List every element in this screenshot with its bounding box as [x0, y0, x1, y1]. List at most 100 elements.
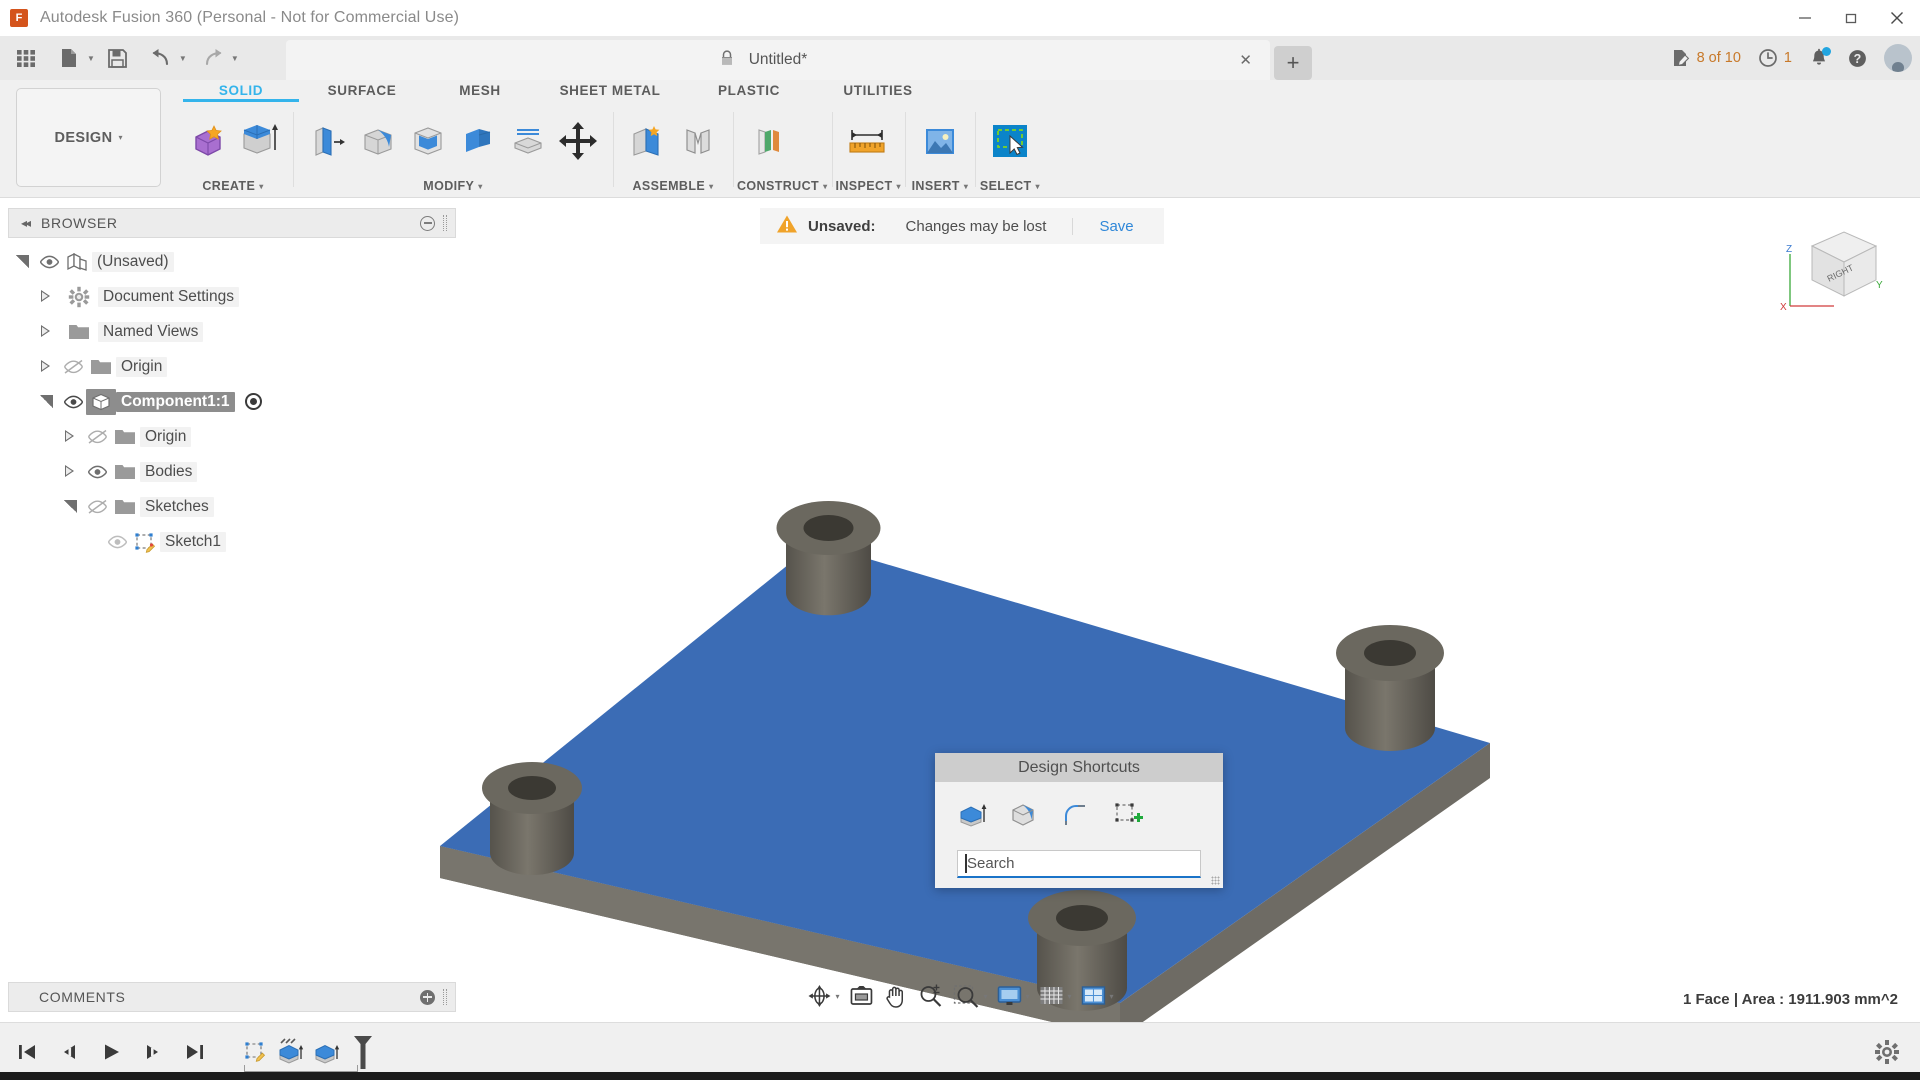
editable-documents-status[interactable]: 8 of 10	[1670, 47, 1741, 69]
extrude-icon[interactable]	[235, 118, 281, 164]
design-shortcuts-header[interactable]: Design Shortcuts	[935, 753, 1223, 782]
extrude-shortcut-icon[interactable]	[957, 800, 987, 834]
fillet-shortcut-icon[interactable]	[1009, 800, 1039, 834]
fillet-icon[interactable]	[355, 118, 401, 164]
tree-row-component1[interactable]: Component1:1	[8, 384, 456, 419]
zoom-icon[interactable]	[914, 979, 946, 1013]
ribbon-group-insert-label[interactable]: INSERT ▾	[909, 175, 971, 197]
tree-row-unsaved[interactable]: (Unsaved)	[8, 244, 456, 279]
app-grid-icon[interactable]	[9, 41, 43, 75]
activate-component-radio[interactable]	[244, 393, 262, 410]
display-settings-caret-icon[interactable]: ▾	[1025, 992, 1029, 1001]
tree-row-origin-root[interactable]: Origin	[8, 349, 456, 384]
tree-row-bodies[interactable]: Bodies	[8, 454, 456, 489]
undo-caret-icon[interactable]: ▼	[179, 54, 187, 63]
viewports-icon[interactable]: ▾	[1078, 979, 1117, 1013]
step-back-button[interactable]	[56, 1039, 82, 1065]
browser-resize-grip[interactable]	[443, 215, 447, 231]
offset-face-icon[interactable]	[505, 118, 551, 164]
viewports-caret-icon[interactable]: ▾	[1110, 992, 1114, 1001]
help-button[interactable]: ?	[1846, 47, 1868, 69]
expander-closed-icon[interactable]	[32, 325, 60, 338]
visibility-eye-icon[interactable]	[84, 465, 110, 479]
redo-icon[interactable]	[196, 41, 230, 75]
tree-row-origin-component[interactable]: Origin	[8, 419, 456, 454]
new-document-tab-button[interactable]: +	[1274, 46, 1312, 80]
ribbon-group-inspect-label[interactable]: INSPECT ▾	[836, 175, 901, 197]
visibility-eye-icon[interactable]	[36, 255, 62, 269]
zoom-window-icon[interactable]: ▾	[949, 979, 990, 1013]
insert-image-icon[interactable]	[917, 118, 963, 164]
notifications-button[interactable]	[1808, 47, 1831, 69]
design-shortcuts-search-field[interactable]: Search	[957, 850, 1201, 878]
visibility-hidden-icon[interactable]	[84, 499, 110, 515]
comments-panel[interactable]: COMMENTS	[8, 982, 456, 1012]
grid-snaps-icon[interactable]: ▾	[1036, 979, 1075, 1013]
tree-row-sketch1[interactable]: Sketch1	[8, 524, 456, 559]
step-forward-button[interactable]	[140, 1039, 166, 1065]
tab-plastic[interactable]: PLASTIC	[685, 80, 813, 98]
document-tab-close-icon[interactable]: ✕	[1239, 51, 1252, 69]
expander-closed-icon[interactable]	[56, 430, 84, 443]
draft-icon[interactable]	[455, 118, 501, 164]
timeline-marker[interactable]	[346, 1035, 380, 1069]
ribbon-group-assemble-label[interactable]: ASSEMBLE ▾	[617, 175, 729, 197]
ribbon-group-modify-label[interactable]: MODIFY ▾	[297, 175, 609, 197]
play-button[interactable]	[98, 1039, 124, 1065]
ribbon-group-create-label[interactable]: CREATE ▾	[177, 175, 289, 197]
tab-mesh[interactable]: MESH	[425, 80, 535, 98]
redo-caret-icon[interactable]: ▼	[231, 54, 239, 63]
expander-open-icon[interactable]	[8, 255, 36, 268]
comments-resize-grip[interactable]	[443, 989, 447, 1005]
joint-icon[interactable]	[675, 118, 721, 164]
create-sketch-shortcut-icon[interactable]	[1113, 800, 1143, 834]
move-copy-icon[interactable]	[555, 118, 601, 164]
zoom-window-caret-icon[interactable]: ▾	[983, 992, 987, 1001]
grid-snaps-caret-icon[interactable]: ▾	[1068, 992, 1072, 1001]
workspace-switcher[interactable]: DESIGN ▾	[16, 88, 161, 187]
arc-fillet-shortcut-icon[interactable]	[1061, 800, 1091, 834]
expander-closed-icon[interactable]	[56, 465, 84, 478]
save-icon[interactable]	[101, 41, 135, 75]
tree-row-named-views[interactable]: Named Views	[8, 314, 456, 349]
tab-sheet-metal[interactable]: SHEET METAL	[535, 80, 685, 98]
extrude1-feature-icon[interactable]	[274, 1035, 308, 1069]
redo-group[interactable]: ▼	[187, 41, 239, 75]
orbit-caret-icon[interactable]: ▾	[835, 992, 839, 1001]
new-file-icon[interactable]	[52, 41, 86, 75]
jump-to-end-button[interactable]	[182, 1039, 208, 1065]
ribbon-group-select-label[interactable]: SELECT ▾	[979, 175, 1041, 197]
add-comment-icon[interactable]	[420, 989, 435, 1005]
visibility-eye-icon[interactable]	[60, 395, 86, 409]
undo-group[interactable]: ▼	[135, 41, 187, 75]
session-time-status[interactable]: 1	[1757, 47, 1792, 69]
measure-icon[interactable]	[844, 118, 890, 164]
user-avatar[interactable]	[1884, 44, 1912, 72]
visibility-hidden-icon[interactable]	[60, 359, 86, 375]
timeline-settings-button[interactable]	[1874, 1039, 1900, 1065]
browser-minimize-icon[interactable]	[420, 215, 435, 231]
shell-icon[interactable]	[405, 118, 451, 164]
visibility-hidden-icon[interactable]	[84, 429, 110, 445]
select-window-icon[interactable]	[987, 118, 1033, 164]
tree-row-sketches[interactable]: Sketches	[8, 489, 456, 524]
view-cube[interactable]: RIGHT Z X Y	[1772, 210, 1892, 320]
jump-to-beginning-button[interactable]	[14, 1039, 40, 1065]
new-file-caret-icon[interactable]: ▼	[87, 54, 95, 63]
dialog-resize-grip[interactable]	[1211, 876, 1220, 885]
tab-surface[interactable]: SURFACE	[299, 80, 425, 98]
pan-icon[interactable]	[880, 979, 911, 1013]
undo-icon[interactable]	[144, 41, 178, 75]
banner-save-button[interactable]: Save	[1073, 218, 1159, 235]
close-button[interactable]	[1874, 0, 1920, 36]
ribbon-group-construct-label[interactable]: CONSTRUCT ▾	[737, 175, 828, 197]
display-settings-icon[interactable]: ▾	[993, 979, 1032, 1013]
look-at-icon[interactable]	[845, 979, 877, 1013]
expander-open-icon[interactable]	[56, 500, 84, 513]
tab-utilities[interactable]: UTILITIES	[813, 80, 943, 98]
browser-collapse-icon[interactable]: ◂◂	[21, 216, 31, 230]
sketch1-feature-icon[interactable]	[238, 1035, 272, 1069]
maximize-button[interactable]	[1828, 0, 1874, 36]
extrude2-feature-icon[interactable]	[310, 1035, 344, 1069]
new-component-icon[interactable]	[185, 118, 231, 164]
